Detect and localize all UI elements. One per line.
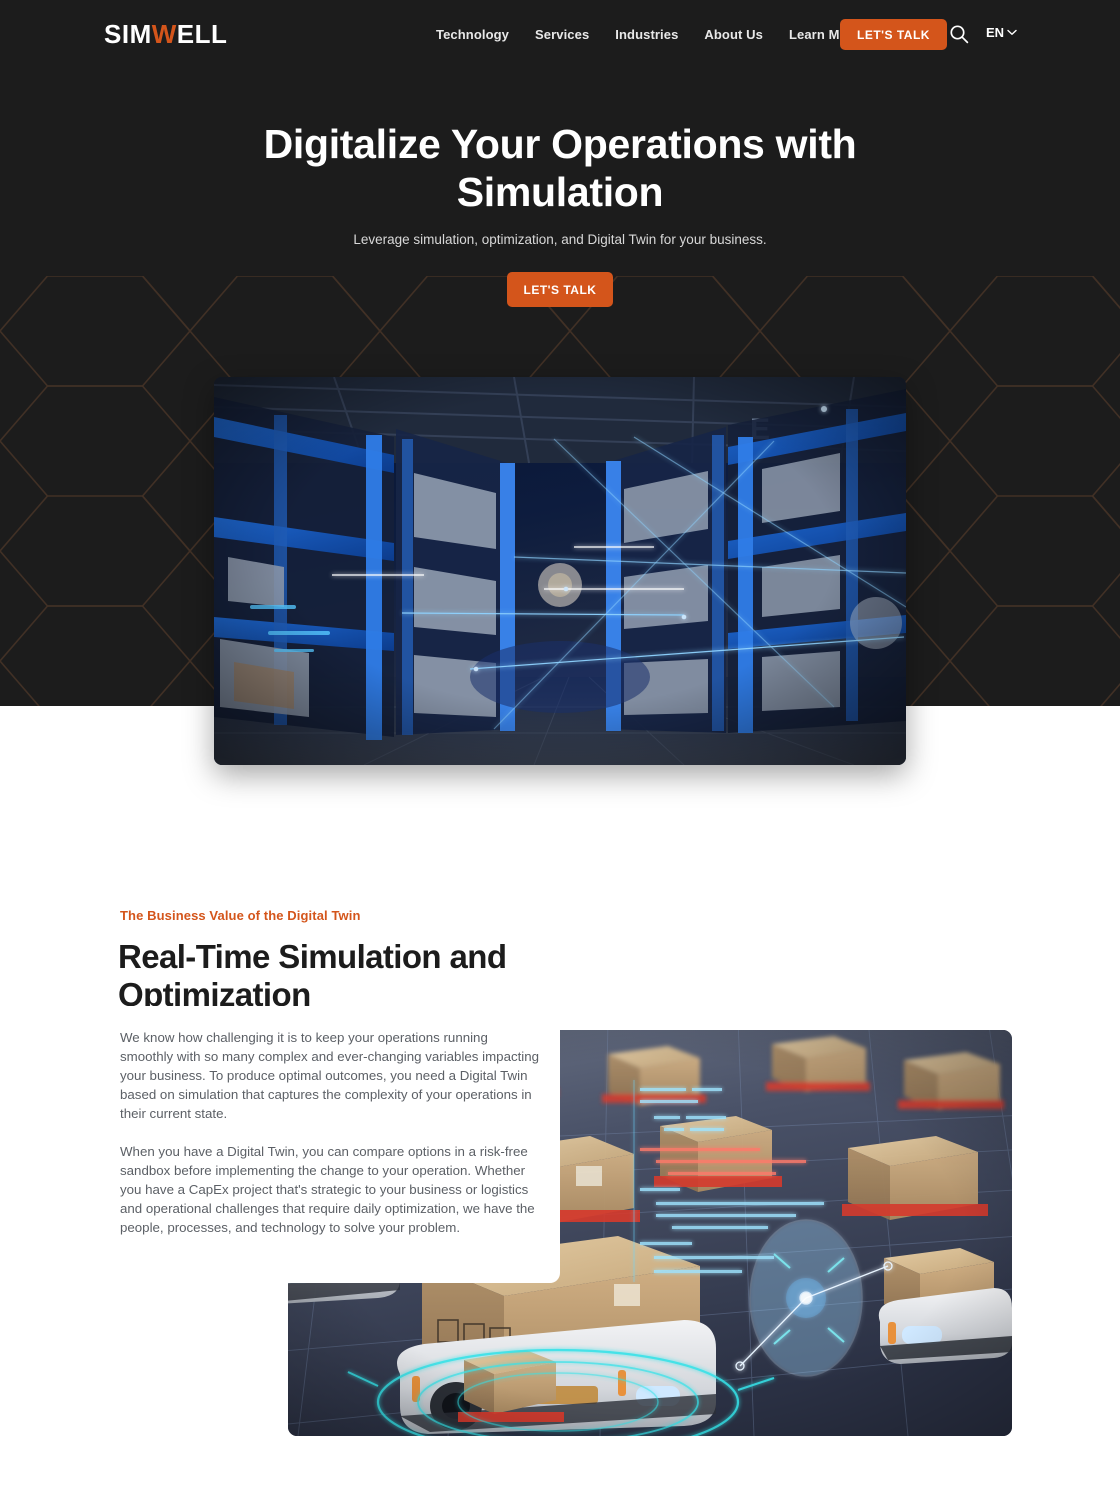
section-title: Real-Time Simulation and Optimization bbox=[118, 938, 507, 1014]
simwell-logo[interactable]: SIMWELL bbox=[104, 21, 227, 47]
hero-subtitle: Leverage simulation, optimization, and D… bbox=[353, 232, 767, 247]
business-value-section: The Business Value of the Digital Twin R… bbox=[0, 706, 1120, 1506]
chevron-down-icon bbox=[1007, 29, 1017, 36]
hero-lets-talk-button[interactable]: LET'S TALK bbox=[507, 272, 613, 307]
hero-warehouse-digital-twin-image: E bbox=[214, 377, 906, 765]
section-paragraph-1: We know how challenging it is to keep yo… bbox=[120, 1030, 540, 1121]
nav-item-technology[interactable]: Technology bbox=[436, 27, 509, 42]
logo-text-suffix: ELL bbox=[176, 19, 228, 49]
language-selected-label: EN bbox=[986, 25, 1005, 40]
logo-text-prefix: SIM bbox=[104, 19, 152, 49]
nav-item-services[interactable]: Services bbox=[535, 27, 589, 42]
search-icon[interactable] bbox=[948, 23, 970, 45]
section-eyebrow: The Business Value of the Digital Twin bbox=[120, 908, 361, 923]
top-navigation-bar: SIMWELL Technology Services Industries A… bbox=[0, 0, 1120, 68]
hero-title: Digitalize Your Operations with Simulati… bbox=[263, 121, 857, 215]
logo-text-accent: W bbox=[151, 19, 177, 49]
nav-item-about-us[interactable]: About Us bbox=[704, 27, 763, 42]
header-lets-talk-button[interactable]: LET'S TALK bbox=[840, 19, 947, 50]
nav-item-industries[interactable]: Industries bbox=[615, 27, 678, 42]
language-selector[interactable]: EN bbox=[986, 25, 1017, 40]
main-nav: Technology Services Industries About Us … bbox=[436, 27, 860, 42]
section-body-copy: We know how challenging it is to keep yo… bbox=[120, 1028, 540, 1237]
section-paragraph-2: When you have a Digital Twin, you can co… bbox=[120, 1144, 535, 1235]
